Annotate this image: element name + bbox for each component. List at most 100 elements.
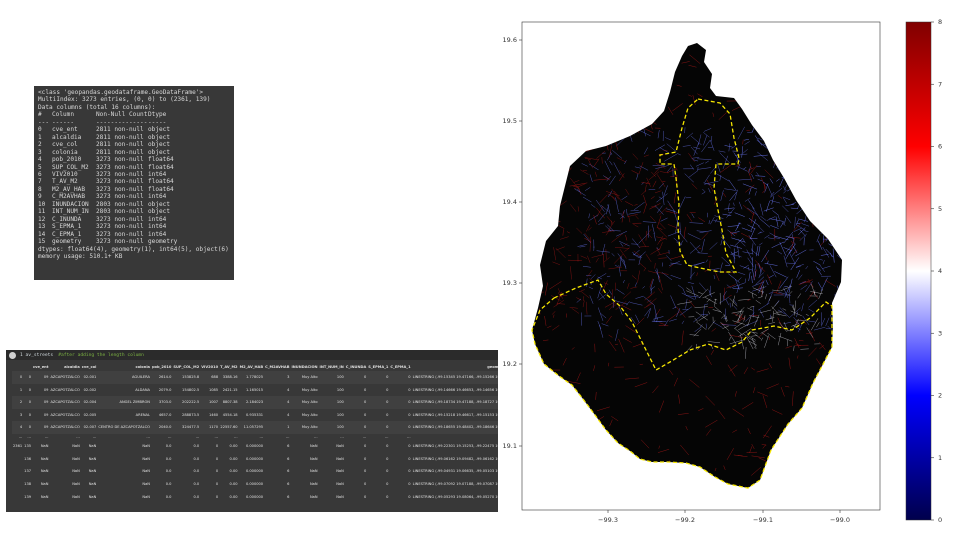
table-cell: 0.00 [229, 456, 238, 461]
street-segment [816, 210, 819, 219]
table-cell: NaN [88, 456, 97, 461]
table-cell: LINESTRING (-99.18734 19.47188, -99.1872… [411, 396, 498, 409]
street-segment [819, 168, 823, 177]
street-segment [815, 64, 822, 71]
info-row: 4 pob_2010 3273 non-null float64 [38, 156, 174, 164]
street-segment [573, 430, 589, 435]
street-segment [542, 375, 547, 387]
table-cell: NaN [309, 495, 318, 500]
info-memory-line: memory usage: 510.1+ KB [38, 252, 123, 260]
street-segment [812, 426, 828, 428]
street-segment [810, 132, 820, 139]
table-cell: 0 [363, 469, 367, 474]
street-segment [819, 156, 829, 161]
street-segment [602, 132, 611, 141]
street-segment [760, 109, 771, 120]
street-segment [844, 191, 849, 199]
table-cell [12, 465, 23, 478]
street-segment [790, 173, 798, 175]
street-segment [584, 131, 596, 141]
street-segment [820, 224, 829, 234]
street-segment [784, 154, 787, 168]
table-cell: 138 [24, 482, 32, 487]
table-cell: 0 [363, 456, 367, 461]
street-segment [749, 56, 754, 65]
street-segment [837, 169, 842, 182]
street-segment [845, 283, 848, 285]
street-segment [777, 150, 783, 165]
street-segment [541, 409, 548, 417]
table-row: 2 0 09 AZCAPOTZALCO 02-004 ANGEL ZIMBRON 3703.… [12, 396, 498, 409]
street-segment [846, 136, 849, 139]
table-cell: 1.778025 [238, 371, 265, 384]
table-cell: 6 [287, 469, 290, 474]
street-segment [769, 143, 777, 152]
code-input-line[interactable]: 1 av_streets #after adding the length co… [6, 350, 498, 360]
y-tick-label: 19.4 [503, 198, 517, 206]
table-cell: LINESTRING (-99.07092 19.07188, -99.0708… [412, 482, 498, 487]
table-cell: 4554.18 [222, 412, 238, 417]
street-segment [587, 138, 593, 144]
table-cell: 0 [389, 421, 412, 434]
street-segment [569, 147, 576, 155]
street-segment [534, 404, 546, 412]
street-segment [555, 88, 559, 91]
table-cell: 0.0 [165, 456, 172, 461]
street-segment [563, 163, 567, 174]
street-segment [802, 162, 814, 171]
table-row: 2361 135 NaN NaN NaN NaN 0.0 0.0 0 0.00 0.000000 6 N… [12, 440, 498, 453]
info-row: 0 cve_ent 2811 non-null object [38, 126, 171, 134]
code-comment[interactable]: #after adding the length column [58, 353, 144, 358]
street-segment [779, 164, 785, 172]
table-cell: Muy Alto [301, 387, 318, 392]
info-row: 12 C_INUNDA 3273 non-null int64 [38, 215, 167, 223]
table-cell: 0 [12, 371, 24, 384]
column-header: C_EPMA_1 [390, 364, 411, 369]
y-tick-label: 19.5 [503, 117, 517, 125]
table-cell: 1170 [200, 421, 220, 434]
table-cell: 09 [43, 412, 49, 417]
street-segment [532, 141, 537, 146]
table-cell: Muy Alto [290, 396, 319, 409]
table-cell: 0.0 [165, 469, 172, 474]
table-cell: 0.0 [193, 456, 200, 461]
table-cell: NaN [336, 456, 344, 461]
column-header: S_EPMA_1 [368, 364, 389, 369]
table-cell: 0 [367, 371, 390, 384]
info-row: 11 INT_NUM_IN 2803 non-null object [38, 208, 171, 216]
info-row: 15 geometry 3273 non-null geometry [38, 238, 178, 246]
table-cell: 0 [389, 396, 412, 409]
street-segment [830, 150, 834, 155]
street-segment [811, 440, 816, 449]
street-segment [572, 63, 580, 66]
street-segment [712, 43, 720, 47]
street-segment [550, 37, 554, 41]
table-cell: 1 [264, 421, 291, 434]
table-row: 138 NaN NaN NaN NaN 0.0 0.0 0 0.00 0.000000 6 NaN Na… [12, 478, 498, 491]
street-segment [843, 254, 845, 263]
table-cell: LINESTRING (-99.15218 19.46617, -99.1515… [412, 412, 498, 417]
table-cell: 8807.38 [219, 396, 239, 409]
street-segment [833, 319, 842, 322]
street-segment [802, 145, 813, 156]
street-segment [827, 117, 829, 131]
street-segment [847, 149, 850, 153]
street-segment [833, 338, 842, 342]
street-segment [767, 51, 771, 61]
street-segment [831, 130, 841, 134]
street-segment [796, 43, 807, 50]
table-cell: 3388.16 [219, 371, 239, 384]
table-cell: 0 [344, 421, 368, 434]
table-cell: 0.0 [193, 469, 200, 474]
code-text[interactable]: 1 av_streets [20, 353, 53, 358]
street-segment [811, 167, 819, 170]
street-segment [801, 116, 804, 126]
street-segment [822, 367, 833, 372]
street-segment [730, 43, 735, 48]
street-segment [582, 75, 585, 86]
run-cell-icon[interactable] [9, 351, 16, 359]
street-segment [797, 144, 800, 152]
table-cell: 100 [318, 371, 345, 384]
table-cell: 0 [363, 387, 367, 392]
street-segment [836, 43, 838, 52]
